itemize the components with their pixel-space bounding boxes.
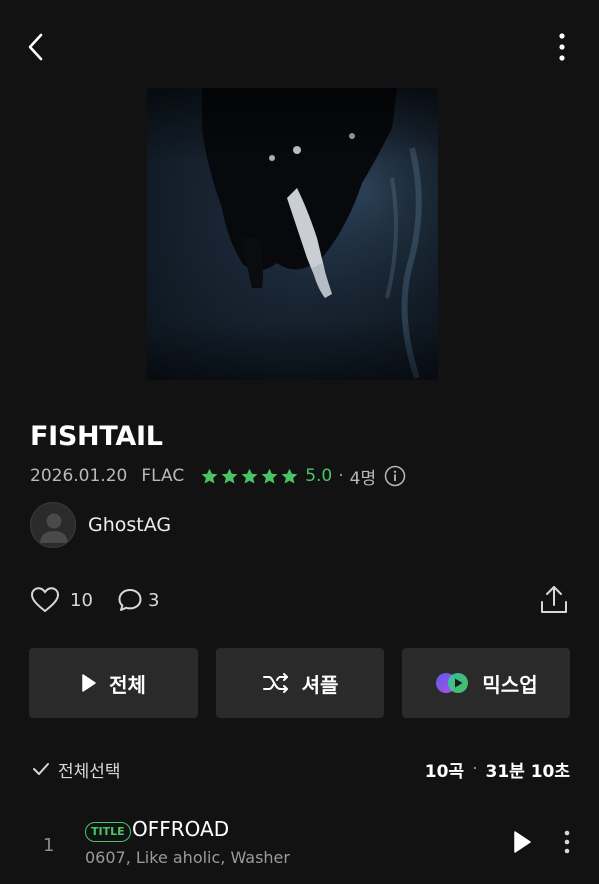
play-icon — [82, 674, 96, 692]
shuffle-icon — [262, 673, 288, 693]
album-title: FISHTAIL — [30, 421, 163, 452]
album-meta: 2026.01.20 FLAC 5.0 · 4명 — [30, 462, 406, 490]
comment-button[interactable]: 3 — [117, 584, 159, 616]
chevron-left-icon — [28, 33, 43, 61]
play-all-button[interactable]: 전체 — [29, 648, 198, 718]
track-row[interactable]: 1 TITLE OFFROAD 0607, Like aholic, Washe… — [0, 805, 599, 884]
star-icon — [241, 468, 258, 484]
separator-dot: · — [472, 759, 478, 779]
track-number: 1 — [43, 835, 55, 856]
shuffle-label: 셔플 — [301, 672, 339, 697]
mixup-button[interactable]: 믹스업 — [402, 648, 570, 718]
star-icon — [261, 468, 278, 484]
artist-name: GhostAG — [88, 514, 172, 536]
back-button[interactable] — [22, 30, 52, 64]
track-title: OFFROAD — [132, 817, 230, 841]
comment-icon — [118, 589, 142, 611]
mixup-label: 믹스업 — [482, 672, 538, 697]
select-all-button[interactable]: 전체선택 — [32, 755, 121, 783]
like-count: 10 — [70, 589, 93, 611]
heart-icon — [30, 587, 60, 613]
release-date: 2026.01.20 — [30, 466, 128, 486]
track-list-summary: 10곡 · 31분 10초 — [425, 755, 570, 783]
album-cover-image[interactable] — [147, 88, 438, 380]
artist-link[interactable]: GhostAG — [30, 501, 171, 549]
share-icon — [541, 586, 567, 613]
more-vertical-icon — [564, 830, 570, 854]
rating-info-button[interactable] — [384, 465, 406, 487]
star-icon — [281, 468, 298, 484]
more-options-button[interactable] — [548, 30, 578, 64]
rating-count: 4명 — [349, 468, 377, 489]
more-vertical-icon — [559, 33, 565, 61]
track-artists: 0607, Like aholic, Washer — [85, 848, 290, 867]
info-icon — [384, 465, 406, 487]
star-icon — [221, 468, 238, 484]
title-track-badge: TITLE — [85, 822, 131, 842]
shuffle-button[interactable]: 셔플 — [216, 648, 384, 718]
comment-count: 3 — [148, 589, 160, 611]
check-icon — [33, 763, 49, 775]
album-detail-screen: FISHTAIL 2026.01.20 FLAC 5.0 · 4명 GhostA… — [0, 0, 599, 884]
share-button[interactable] — [538, 584, 570, 616]
play-all-label: 전체 — [109, 672, 146, 697]
user-icon — [40, 513, 68, 543]
star-icon — [201, 468, 218, 484]
like-button[interactable]: 10 — [30, 584, 93, 616]
rating-score: 5.0 — [305, 466, 333, 486]
play-icon — [514, 831, 531, 853]
mixup-icon — [436, 673, 469, 693]
track-more-button[interactable] — [555, 827, 579, 857]
audio-format: FLAC — [141, 466, 185, 486]
rating-stars[interactable] — [200, 467, 299, 486]
select-all-label: 전체선택 — [58, 761, 121, 782]
total-duration: 31분 10초 — [485, 761, 570, 782]
track-count: 10곡 — [424, 761, 465, 782]
track-play-button[interactable] — [507, 827, 537, 857]
artist-avatar — [30, 502, 76, 548]
separator-dot: · — [338, 466, 344, 486]
